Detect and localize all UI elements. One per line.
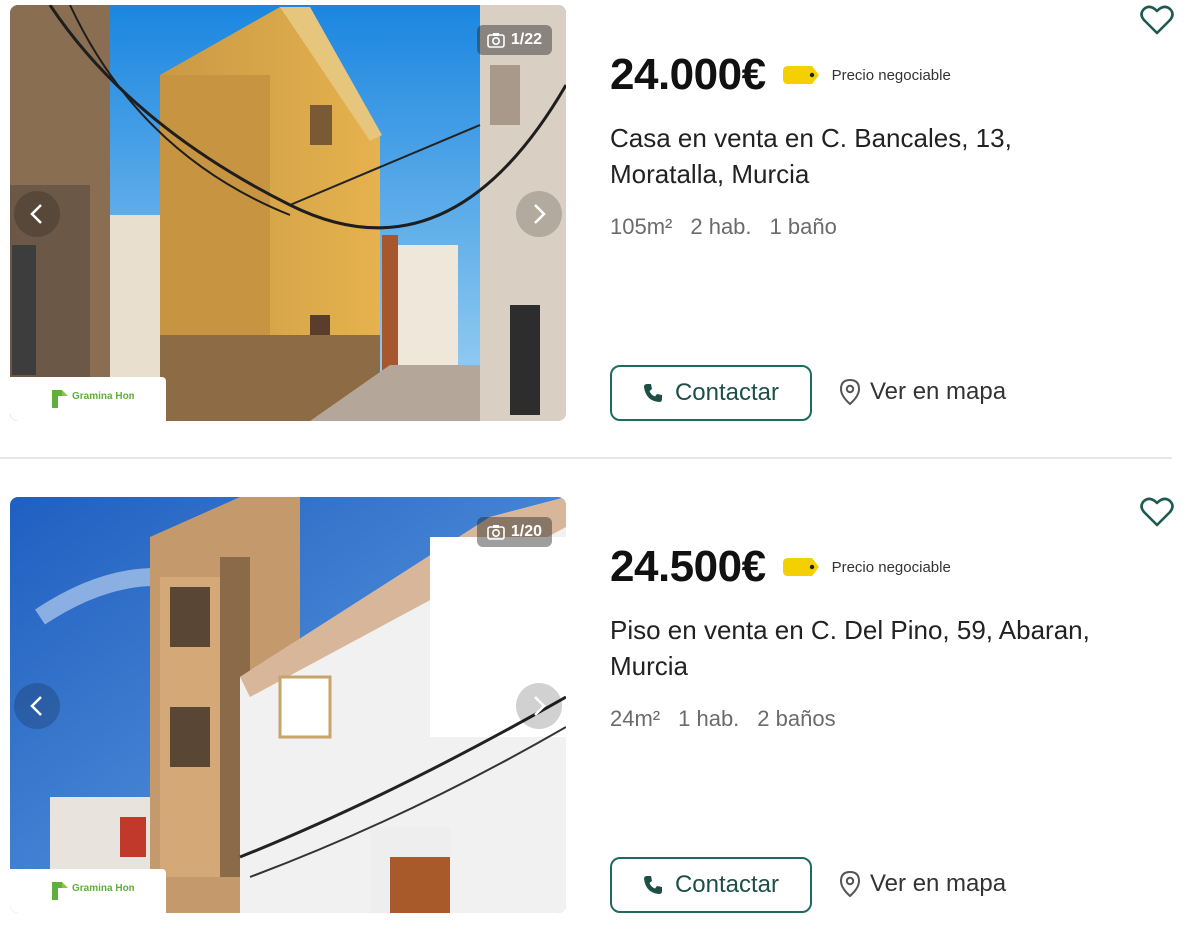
baths-value: 1 baño (769, 214, 837, 239)
building-photo-image (10, 497, 566, 913)
price-tag-icon (782, 558, 819, 576)
photo-counter: 1/20 (476, 517, 552, 547)
price-tag-icon (782, 66, 819, 84)
next-photo-button[interactable] (516, 683, 562, 729)
chevron-left-icon (30, 204, 42, 224)
view-on-map-link[interactable]: Ver en mapa (838, 378, 1006, 406)
camera-icon (487, 525, 505, 540)
listing-photo[interactable]: 1/20 Gramina Homes (10, 497, 566, 913)
listing-divider (0, 457, 1172, 459)
listing-card[interactable]: 1/20 Gramina Homes 24.500€ Precio negoci… (0, 492, 1200, 932)
agency-logo-image: Gramina Homes (52, 390, 134, 408)
price: 24.000€ (610, 50, 766, 99)
view-on-map-label: Ver en mapa (870, 870, 1007, 897)
view-on-map-link[interactable]: Ver en mapa (838, 870, 1006, 898)
agency-logo-image: Gramina Homes (52, 882, 134, 900)
baths-value: 2 baños (757, 706, 836, 731)
agency-logo: Gramina Homes (10, 377, 166, 421)
next-photo-button[interactable] (516, 191, 562, 237)
previous-photo-button[interactable] (14, 191, 60, 237)
negotiable-label: Precio negociable (831, 66, 951, 84)
map-pin-icon (839, 378, 861, 406)
map-pin-icon (839, 870, 861, 898)
contact-button[interactable]: Contactar (610, 365, 812, 421)
photo-counter-text: 1/22 (510, 31, 542, 48)
negotiable-label: Precio negociable (831, 558, 951, 576)
phone-icon (643, 876, 662, 894)
heart-icon[interactable] (1140, 496, 1174, 528)
agency-logo: Gramina Homes (10, 869, 166, 913)
view-on-map-label: Ver en mapa (870, 378, 1007, 405)
contact-button[interactable]: Contactar (610, 857, 812, 913)
listing-title[interactable]: Casa en venta en C. Bancales, 13, Morata… (610, 120, 1130, 192)
agency-logo-text: Gramina Homes (72, 883, 134, 894)
contact-button-label: Contactar (674, 379, 780, 406)
area-value: 105m² (610, 214, 673, 239)
listing-card[interactable]: 1/22 Gramina Homes 24.000€ Precio negoci… (0, 0, 1200, 440)
contact-button-label: Contactar (674, 871, 780, 898)
previous-photo-button[interactable] (14, 683, 60, 729)
listing-title[interactable]: Piso en venta en C. Del Pino, 59, Abaran… (610, 612, 1130, 684)
rooms-value: 2 hab. (690, 214, 752, 239)
camera-icon (487, 33, 505, 48)
rooms-value: 1 hab. (678, 706, 740, 731)
chevron-right-icon (534, 204, 546, 224)
listing-photo[interactable]: 1/22 Gramina Homes (10, 5, 566, 421)
photo-counter-text: 1/20 (510, 523, 542, 540)
chevron-right-icon (534, 696, 546, 716)
agency-logo-text: Gramina Homes (72, 391, 134, 402)
photo-counter: 1/22 (476, 25, 552, 55)
listing-features: 24m² 1 hab. 2 baños (610, 706, 836, 732)
area-value: 24m² (610, 706, 661, 731)
price: 24.500€ (610, 542, 766, 591)
listing-features: 105m² 2 hab. 1 baño (610, 214, 837, 240)
chevron-left-icon (30, 696, 42, 716)
phone-icon (643, 384, 662, 402)
street-photo-image (10, 5, 566, 421)
heart-icon[interactable] (1140, 4, 1174, 36)
